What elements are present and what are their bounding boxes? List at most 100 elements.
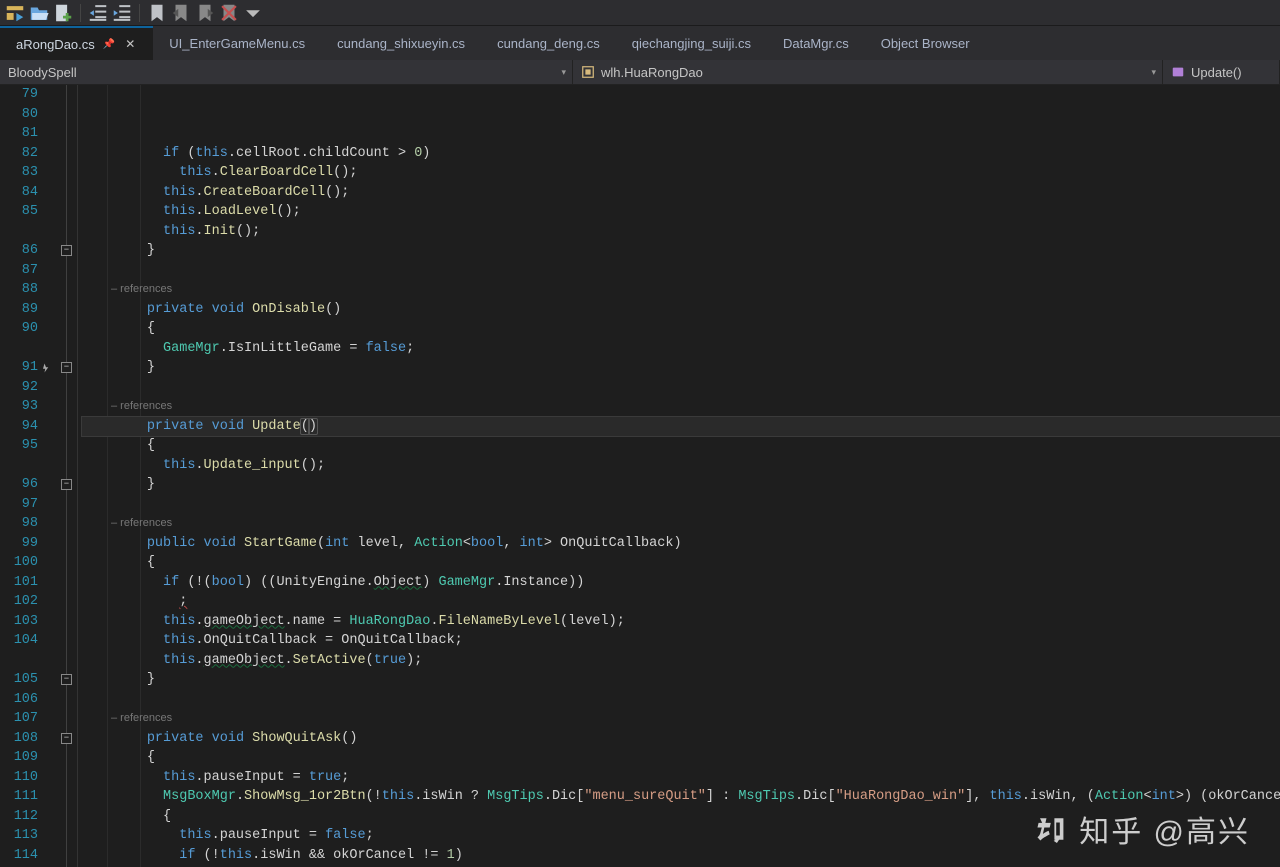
code-line[interactable]: MsgBoxMgr.ShowMsg_1or2Btn(!this.isWin ? … [82, 787, 1280, 807]
code-line[interactable]: if (!(bool) ((UnityEngine.Object) GameMg… [82, 573, 1280, 593]
method-icon [1171, 65, 1185, 79]
line-number: 90 [0, 319, 52, 339]
line-number: 105 [0, 670, 52, 690]
code-lens[interactable]: – references [82, 397, 1280, 417]
line-number: 87 [0, 261, 52, 281]
new-item-icon[interactable] [52, 2, 74, 24]
line-number: 83 [0, 163, 52, 183]
line-number: 108 [0, 729, 52, 749]
close-icon[interactable]: ✕ [123, 37, 137, 51]
code-line[interactable]: this.pauseInput = true; [82, 768, 1280, 788]
code-lens[interactable]: – references [82, 709, 1280, 729]
line-number: 102 [0, 592, 52, 612]
code-line[interactable]: this.Init(); [82, 222, 1280, 242]
prev-bookmark-icon[interactable] [170, 2, 192, 24]
code-line[interactable]: this.Update_input(); [82, 456, 1280, 476]
code-line[interactable]: private void ShowQuitAsk() [82, 729, 1280, 749]
code-line[interactable]: } [82, 358, 1280, 378]
code-line[interactable]: this.LoadLevel(); [82, 202, 1280, 222]
decrease-indent-icon[interactable] [87, 2, 109, 24]
tab-arongdao-cs[interactable]: aRongDao.cs 📌 ✕ [0, 26, 153, 60]
increase-indent-icon[interactable] [111, 2, 133, 24]
line-number [0, 339, 52, 359]
tab-label: DataMgr.cs [783, 36, 849, 51]
code-line[interactable]: GameMgr.IsInLittleGame = false; [82, 339, 1280, 359]
tab-object-browser[interactable]: Object Browser [865, 26, 986, 60]
code-line[interactable] [82, 495, 1280, 515]
tab-datamgr-cs[interactable]: DataMgr.cs [767, 26, 865, 60]
line-number: 80 [0, 105, 52, 125]
fold-toggle[interactable]: − [61, 733, 72, 744]
code-line[interactable] [82, 261, 1280, 281]
code-editor[interactable]: 7980818283848586878889909192939495969798… [0, 85, 1280, 867]
code-line[interactable]: } [82, 670, 1280, 690]
code-line[interactable]: } [82, 475, 1280, 495]
line-number: 101 [0, 573, 52, 593]
method-dropdown[interactable]: Update() [1163, 60, 1280, 84]
line-number: 81 [0, 124, 52, 144]
class-label: wlh.HuaRongDao [601, 65, 703, 80]
code-line[interactable]: public void StartGame(int level, Action<… [82, 534, 1280, 554]
tab-label: aRongDao.cs [16, 37, 95, 52]
chevron-down-icon: ▾ [1151, 67, 1156, 78]
line-number: 99 [0, 534, 52, 554]
clear-bookmarks-icon[interactable] [218, 2, 240, 24]
line-number: 85 [0, 202, 52, 222]
code-lens[interactable]: – references [82, 514, 1280, 534]
code-line[interactable]: } [82, 241, 1280, 261]
tab-cundang-shixueyin-cs[interactable]: cundang_shixueyin.cs [321, 26, 481, 60]
toolbar [0, 0, 1280, 26]
code-line[interactable]: this.OnQuitCallback = OnQuitCallback; [82, 631, 1280, 651]
code-lens[interactable]: – references [82, 280, 1280, 300]
code-line[interactable]: { [82, 319, 1280, 339]
pin-icon[interactable]: 📌 [103, 39, 115, 50]
code-line[interactable]: this.gameObject.SetActive(true); [82, 651, 1280, 671]
fold-column: − − − − − [56, 85, 78, 867]
code-line[interactable]: ; [82, 592, 1280, 612]
tab-label: cundang_shixueyin.cs [337, 36, 465, 51]
namespace-dropdown[interactable]: BloodySpell ▾ [0, 60, 573, 84]
line-number: 100 [0, 553, 52, 573]
line-number: 89 [0, 300, 52, 320]
fold-toggle[interactable]: − [61, 362, 72, 373]
tab-manage-icon[interactable] [4, 2, 26, 24]
code-area[interactable]: if (this.cellRoot.childCount > 0) this.C… [78, 85, 1280, 867]
code-line[interactable] [82, 690, 1280, 710]
code-line[interactable]: { [82, 553, 1280, 573]
line-number: 96 [0, 475, 52, 495]
code-line[interactable]: if (this.cellRoot.childCount > 0) [82, 144, 1280, 164]
line-number: 95 [0, 436, 52, 456]
fold-toggle[interactable]: − [61, 479, 72, 490]
line-number: 92 [0, 378, 52, 398]
next-bookmark-icon[interactable] [194, 2, 216, 24]
code-line[interactable]: { [82, 807, 1280, 827]
code-line[interactable]: this.CreateBoardCell(); [82, 183, 1280, 203]
bookmark-icon[interactable] [146, 2, 168, 24]
class-dropdown[interactable]: wlh.HuaRongDao ▾ [573, 60, 1163, 84]
line-number: 94 [0, 417, 52, 437]
code-line[interactable] [82, 378, 1280, 398]
line-number: 86 [0, 241, 52, 261]
code-line[interactable]: { [82, 748, 1280, 768]
code-line[interactable]: if (!this.isWin && okOrCancel != 1) [82, 846, 1280, 866]
code-line[interactable]: this.ClearBoardCell(); [82, 163, 1280, 183]
line-number: 113 [0, 826, 52, 846]
more-icon[interactable] [242, 2, 264, 24]
tab-label: cundang_deng.cs [497, 36, 600, 51]
fold-toggle[interactable]: − [61, 674, 72, 685]
tab-qiechangjing-suiji-cs[interactable]: qiechangjing_suiji.cs [616, 26, 767, 60]
fold-toggle[interactable]: − [61, 245, 72, 256]
open-file-icon[interactable] [28, 2, 50, 24]
line-number [0, 222, 52, 242]
namespace-label: BloodySpell [8, 65, 77, 80]
line-number: 106 [0, 690, 52, 710]
tab-cundang-deng-cs[interactable]: cundang_deng.cs [481, 26, 616, 60]
quick-action-icon[interactable] [40, 362, 52, 374]
line-number: 114 [0, 846, 52, 866]
tab-ui-entergamemenu-cs[interactable]: UI_EnterGameMenu.cs [153, 26, 321, 60]
code-line[interactable]: { [82, 436, 1280, 456]
code-line[interactable]: private void Update() [82, 417, 1280, 437]
code-line[interactable]: this.gameObject.name = HuaRongDao.FileNa… [82, 612, 1280, 632]
code-line[interactable]: this.pauseInput = false; [82, 826, 1280, 846]
code-line[interactable]: private void OnDisable() [82, 300, 1280, 320]
